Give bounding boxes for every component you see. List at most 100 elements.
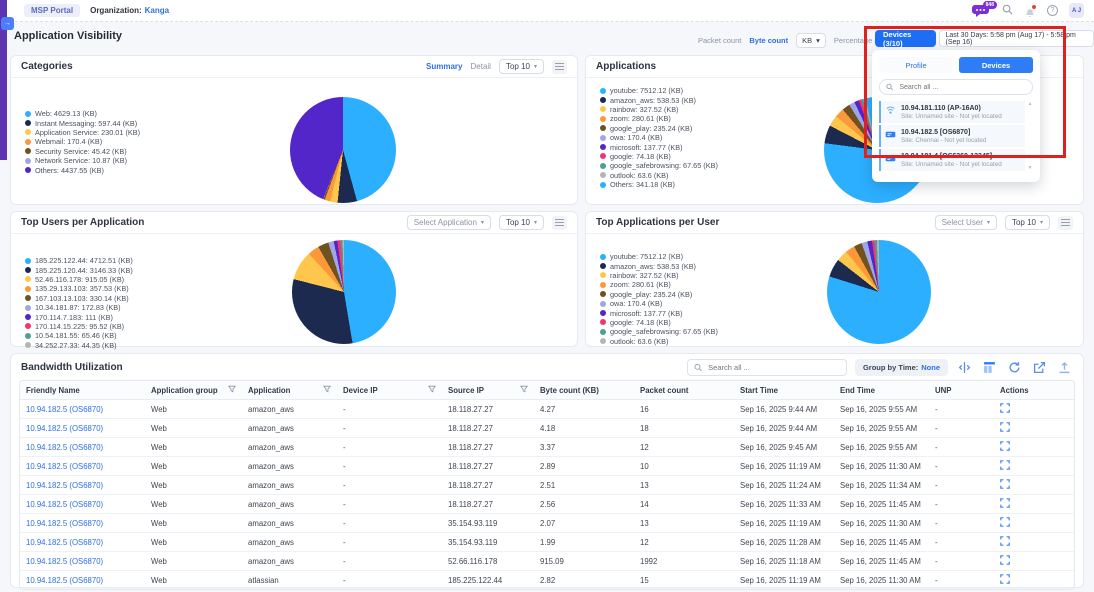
chart-menu-icon[interactable]	[552, 60, 567, 74]
row-expand-cell[interactable]	[994, 495, 1074, 514]
legend-item[interactable]: zoom: 280.61 (KB)	[600, 280, 718, 289]
device-list-item[interactable]: 10.94.182.5 [OS6870]Site: Chennai - Not …	[879, 125, 1025, 147]
filter-funnel-icon[interactable]	[323, 385, 331, 395]
friendly-name-link[interactable]: 10.94.182.5 (OS6870)	[20, 438, 145, 457]
rainbow-chat-icon[interactable]: 848	[971, 4, 991, 18]
refresh-icon[interactable]	[1006, 359, 1023, 375]
column-header[interactable]: Byte count (KB)	[534, 381, 634, 400]
chart-menu-icon[interactable]	[1058, 216, 1073, 230]
legend-item[interactable]: google: 74.18 (KB)	[600, 318, 718, 327]
devices-filter-button[interactable]: Devices (3/10)	[875, 30, 936, 47]
table-search[interactable]	[687, 359, 847, 376]
legend-item[interactable]: 185.225.120.44: 3146.33 (KB)	[25, 265, 133, 274]
legend-item[interactable]: rainbow: 327.52 (KB)	[600, 271, 718, 280]
column-header[interactable]: Device IP	[337, 381, 442, 400]
column-header[interactable]: Start Time	[734, 381, 834, 400]
friendly-name-link[interactable]: 10.94.182.5 (OS6870)	[20, 514, 145, 533]
legend-item[interactable]: microsoft: 137.77 (KB)	[600, 308, 718, 317]
row-expand-cell[interactable]	[994, 514, 1074, 533]
friendly-name-link[interactable]: 10.94.182.5 (OS6870)	[20, 476, 145, 495]
expand-icon[interactable]	[1000, 498, 1010, 508]
row-expand-cell[interactable]	[994, 438, 1074, 457]
legend-item[interactable]: 170.114.15.225: 95.52 (KB)	[25, 322, 133, 331]
chart-menu-icon[interactable]	[552, 216, 567, 230]
device-list-item[interactable]: 10.94.181.110 (AP-16A0)Site: Unnamed sit…	[879, 101, 1025, 123]
column-header[interactable]: Actions	[994, 381, 1074, 400]
expand-icon[interactable]	[1000, 403, 1010, 413]
expand-icon[interactable]	[1000, 574, 1010, 584]
search-icon[interactable]	[1002, 2, 1013, 20]
legend-item[interactable]: owa: 170.4 (KB)	[600, 299, 718, 308]
row-expand-cell[interactable]	[994, 457, 1074, 476]
column-header[interactable]: End Time	[834, 381, 929, 400]
friendly-name-link[interactable]: 10.94.182.5 (OS6870)	[20, 552, 145, 571]
device-list-scrollbar[interactable]: ▲ ▼	[1027, 101, 1033, 171]
column-header[interactable]: Application	[242, 381, 337, 400]
table-search-input[interactable]	[706, 362, 840, 373]
fit-columns-icon[interactable]	[956, 359, 973, 375]
row-expand-cell[interactable]	[994, 419, 1074, 438]
legend-item[interactable]: zoom: 280.61 (KB)	[600, 114, 718, 123]
byte-count-toggle[interactable]: Byte count	[749, 36, 788, 45]
expand-icon[interactable]	[1000, 479, 1010, 489]
legend-item[interactable]: outlook: 63.6 (KB)	[600, 171, 718, 180]
expand-icon[interactable]	[1000, 422, 1010, 432]
row-expand-cell[interactable]	[994, 400, 1074, 419]
top-apps-pie-chart[interactable]	[827, 240, 931, 344]
top10-select[interactable]: Top 10 ▾	[1005, 215, 1050, 230]
row-expand-cell[interactable]	[994, 571, 1074, 590]
upload-icon[interactable]	[1056, 359, 1073, 375]
legend-item[interactable]: 167.103.13.103: 330.14 (KB)	[25, 294, 133, 303]
legend-item[interactable]: google: 74.18 (KB)	[600, 152, 718, 161]
friendly-name-link[interactable]: 10.94.182.5 (OS6870)	[20, 419, 145, 438]
friendly-name-link[interactable]: 10.94.182.5 (OS6870)	[20, 571, 145, 590]
columns-icon[interactable]	[981, 359, 998, 375]
avatar[interactable]: A J	[1069, 3, 1084, 18]
expand-icon[interactable]	[1000, 555, 1010, 565]
legend-item[interactable]: Instant Messaging: 597.44 (KB)	[25, 118, 140, 127]
group-by-time-button[interactable]: Group by Time: None	[855, 359, 948, 376]
scroll-up-icon[interactable]: ▲	[1028, 101, 1033, 107]
notifications-bell-icon[interactable]	[1024, 5, 1036, 17]
filter-funnel-icon[interactable]	[428, 385, 436, 395]
column-header[interactable]: Source IP	[442, 381, 534, 400]
legend-item[interactable]: google_play: 235.24 (KB)	[600, 290, 718, 299]
expand-icon[interactable]	[1000, 536, 1010, 546]
legend-item[interactable]: 185.225.122.44: 4712.51 (KB)	[25, 256, 133, 265]
legend-item[interactable]: youtube: 7512.12 (KB)	[600, 252, 718, 261]
legend-item[interactable]: microsoft: 137.77 (KB)	[600, 142, 718, 151]
summary-link[interactable]: Summary	[426, 62, 462, 71]
legend-item[interactable]: Application Service: 230.01 (KB)	[25, 128, 140, 137]
device-search-input[interactable]	[897, 83, 1026, 92]
row-expand-cell[interactable]	[994, 552, 1074, 571]
legend-item[interactable]: amazon_aws: 538.53 (KB)	[600, 261, 718, 270]
legend-item[interactable]: google_safebrowsing: 67.65 (KB)	[600, 161, 718, 170]
top10-select[interactable]: Top 10 ▾	[499, 59, 544, 74]
column-header[interactable]: Application group	[145, 381, 242, 400]
msp-portal-chip[interactable]: MSP Portal	[24, 4, 80, 17]
legend-item[interactable]: owa: 170.4 (KB)	[600, 133, 718, 142]
legend-item[interactable]: outlook: 63.6 (KB)	[600, 337, 718, 346]
legend-item[interactable]: rainbow: 327.52 (KB)	[600, 105, 718, 114]
select-user-dropdown[interactable]: Select User ▾	[935, 215, 997, 230]
legend-item[interactable]: Others: 341.18 (KB)	[600, 180, 718, 189]
row-expand-cell[interactable]	[994, 533, 1074, 552]
friendly-name-link[interactable]: 10.94.182.5 (OS6870)	[20, 533, 145, 552]
column-header[interactable]: UNP	[929, 381, 994, 400]
legend-item[interactable]: google_safebrowsing: 67.65 (KB)	[600, 327, 718, 336]
legend-item[interactable]: 34.252.27.33: 44.35 (KB)	[25, 341, 133, 350]
tab-profile[interactable]: Profile	[879, 57, 953, 73]
legend-item[interactable]: Web: 4629.13 (KB)	[25, 109, 140, 118]
legend-item[interactable]: 170.114.7.183: 111 (KB)	[25, 312, 133, 321]
legend-item[interactable]: Webmail: 170.4 (KB)	[25, 137, 140, 146]
legend-item[interactable]: 10.54.181.55: 65.46 (KB)	[25, 331, 133, 340]
legend-item[interactable]: youtube: 7512.12 (KB)	[600, 86, 718, 95]
legend-item[interactable]: Security Service: 45.42 (KB)	[25, 147, 140, 156]
scroll-down-icon[interactable]: ▼	[1028, 165, 1033, 171]
friendly-name-link[interactable]: 10.94.182.5 (OS6870)	[20, 400, 145, 419]
device-list-item[interactable]: 10.94.181.4 [OS6360-12345]Site: Unnamed …	[879, 149, 1025, 171]
filter-funnel-icon[interactable]	[520, 385, 528, 395]
legend-item[interactable]: Others: 4437.55 (KB)	[25, 165, 140, 174]
legend-item[interactable]: 135.29.133.103: 357.53 (KB)	[25, 284, 133, 293]
export-icon[interactable]	[1031, 359, 1048, 375]
